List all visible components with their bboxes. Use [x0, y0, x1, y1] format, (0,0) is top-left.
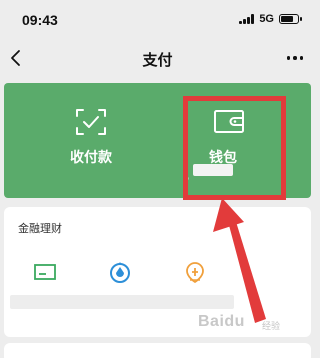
nav-bar: 支付: [0, 40, 315, 76]
fund-icon[interactable]: [107, 260, 133, 284]
watermark-logo: Baidu: [198, 313, 245, 330]
receive-payment-button[interactable]: 收付款: [16, 83, 166, 198]
battery-icon: [279, 14, 302, 24]
scan-check-icon: [75, 108, 107, 136]
signal-icon: [239, 14, 255, 24]
finance-item-redacted: [10, 295, 234, 309]
finance-card: 金融理财: [4, 207, 311, 337]
page-title: 支付: [142, 52, 173, 69]
status-bar: 09:43 5G: [0, 0, 315, 40]
next-section-card: [4, 343, 311, 358]
insurance-icon[interactable]: [182, 260, 208, 284]
more-dots-icon[interactable]: [286, 56, 303, 60]
card-icon[interactable]: [32, 260, 58, 284]
network-type: 5G: [259, 13, 274, 25]
receive-payment-label: 收付款: [70, 149, 112, 165]
highlight-box: [183, 96, 286, 200]
finance-title: 金融理财: [18, 223, 62, 235]
status-indicators: 5G: [239, 13, 302, 25]
watermark-sub: 经验: [262, 321, 281, 331]
status-time: 09:43: [22, 12, 58, 28]
